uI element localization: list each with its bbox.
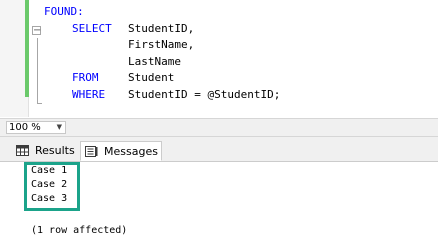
message-line: Case 2 — [31, 179, 68, 190]
messages-pane[interactable]: Case 1 Case 2 Case 3 (1 row affected) — [0, 162, 438, 248]
message-line: Case 1 — [31, 165, 68, 176]
zoom-select[interactable]: 100 % ▼ — [6, 121, 66, 134]
tab-messages-label: Messages — [104, 145, 158, 158]
tab-results-label: Results — [35, 144, 75, 157]
code-line-from: FROM Student — [72, 71, 175, 84]
code-line-lastname: LastName — [128, 54, 181, 68]
query-editor[interactable]: − FOUND: SELECT StudentID, FirstName, Las… — [0, 0, 438, 117]
tab-messages[interactable]: Messages — [80, 141, 162, 161]
zoom-value: 100 % — [9, 122, 41, 133]
message-line: Case 3 — [31, 193, 68, 204]
code-line-select: SELECT StudentID, — [72, 21, 195, 35]
code-line-firstname: FirstName, — [128, 38, 195, 51]
code-line-where: WHERE StudentID = @StudentID; — [72, 87, 281, 101]
change-tracking-bar — [25, 0, 29, 97]
grid-icon — [16, 145, 29, 156]
chevron-down-icon[interactable]: ▼ — [57, 122, 62, 133]
rows-affected-message: (1 row affected) — [31, 225, 128, 236]
collapse-icon[interactable]: − — [32, 26, 41, 36]
code-label-line: FOUND: — [44, 5, 84, 18]
message-icon — [85, 146, 98, 157]
fold-guide-end — [37, 103, 42, 104]
results-tab-strip: Results Messages — [0, 137, 438, 162]
zoom-bar: 100 % ▼ — [0, 118, 438, 137]
tab-results[interactable]: Results — [12, 141, 80, 161]
fold-guide-line — [37, 38, 38, 104]
code-block[interactable]: FOUND: SELECT StudentID, FirstName, LastN… — [44, 4, 281, 103]
